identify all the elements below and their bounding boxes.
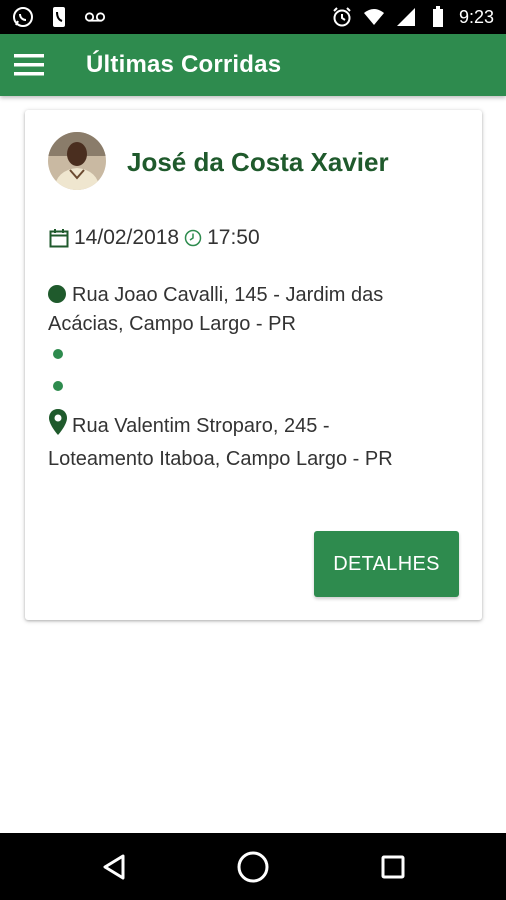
details-button[interactable]: DETALHES [314, 531, 459, 597]
alarm-icon [331, 6, 353, 28]
page-title: Últimas Corridas [86, 51, 282, 78]
notification-icons [0, 6, 106, 28]
origin-address: Rua Joao Cavalli, 145 - Jardim das Acáci… [48, 281, 408, 339]
battery-icon [427, 6, 449, 28]
driver-avatar [48, 132, 106, 190]
ride-card: José da Costa Xavier 14/02/2018 17:50 Ru… [25, 110, 482, 620]
wifi-icon [363, 6, 385, 28]
origin-marker-icon [48, 285, 66, 303]
ride-date: 14/02/2018 [74, 226, 180, 249]
status-bar: 9:23 [0, 0, 506, 34]
clock-icon [184, 229, 202, 247]
system-icons: 9:23 [331, 6, 506, 28]
home-button[interactable] [235, 849, 271, 885]
origin-address-text: Rua Joao Cavalli, 145 - Jardim das Acáci… [48, 284, 384, 335]
home-icon [237, 851, 269, 883]
calendar-icon [49, 228, 69, 248]
menu-button[interactable] [0, 34, 56, 96]
route-dot [53, 381, 63, 391]
map-pin-icon [48, 408, 68, 445]
back-icon [103, 854, 125, 880]
destination-address-text: Rua Valentim Stroparo, 245 - Loteamento … [48, 415, 393, 470]
system-nav-bar [0, 833, 506, 900]
driver-name: José da Costa Xavier [127, 147, 389, 177]
whatsapp-icon [12, 6, 34, 28]
route-dot [53, 349, 63, 359]
recents-button[interactable] [375, 849, 411, 885]
recents-icon [381, 855, 405, 879]
ride-datetime: 14/02/2018 17:50 [49, 226, 260, 250]
hamburger-icon [14, 54, 44, 76]
voicemail-icon [84, 6, 106, 28]
phone-icon [48, 6, 70, 28]
app-bar: Últimas Corridas [0, 34, 506, 96]
status-time: 9:23 [458, 6, 494, 27]
back-button[interactable] [96, 849, 132, 885]
signal-icon [395, 6, 417, 28]
destination-address: Rua Valentim Stroparo, 245 - Loteamento … [48, 408, 408, 474]
ride-time: 17:50 [207, 226, 260, 249]
